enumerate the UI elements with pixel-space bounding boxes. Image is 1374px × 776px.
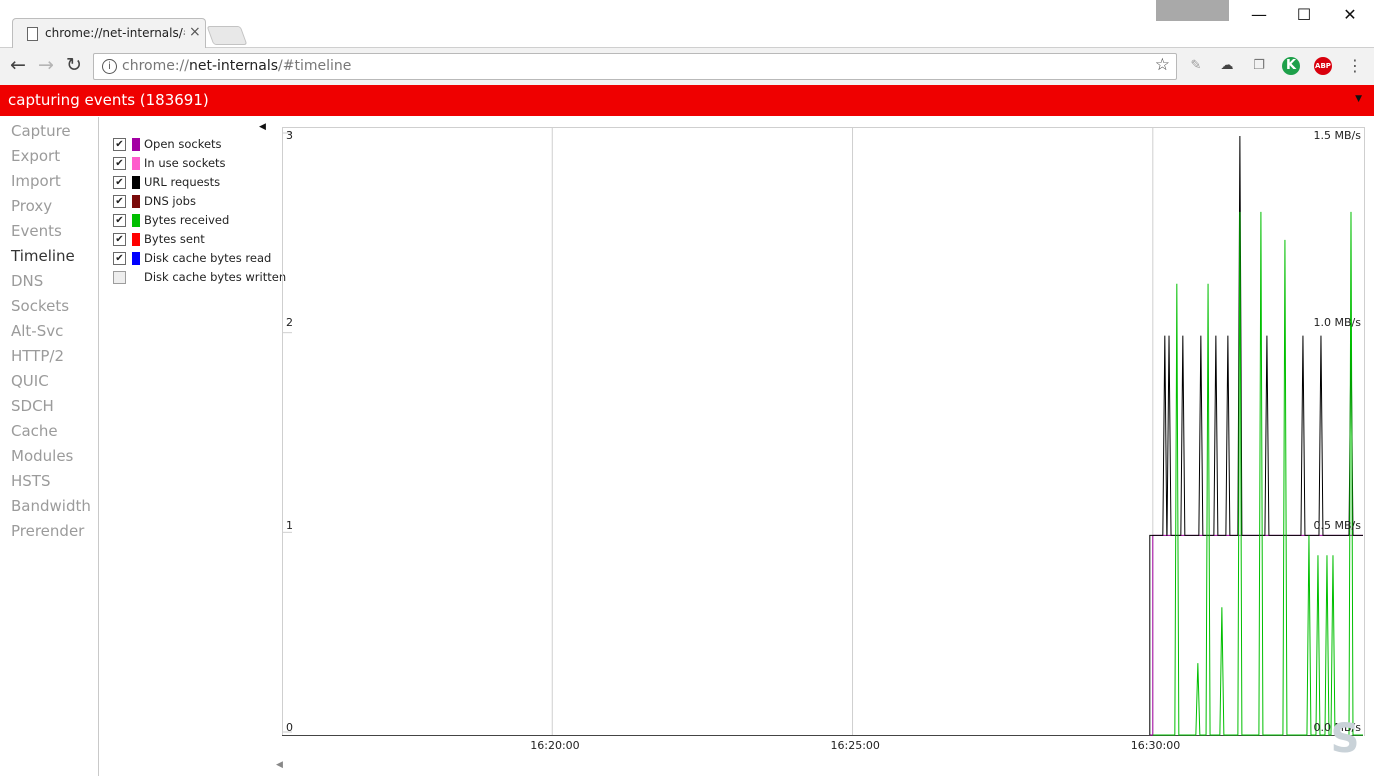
y-right-tick-label: 1.0 MB/s [1313,316,1361,329]
x-tick-label: 16:25:00 [830,739,880,752]
y-left-tick-label: 1 [286,519,293,532]
y-right-tick-label: 1.5 MB/s [1313,129,1361,142]
x-tick-label: 16:30:00 [1130,739,1181,752]
y-left-tick-label: 2 [286,316,293,329]
scroll-left-arrow-icon[interactable]: ◀ [276,760,283,770]
y-right-tick-label: 0.5 MB/s [1313,519,1361,532]
timeline-chart [282,128,1363,736]
y-left-tick-label: 3 [286,129,293,142]
watermark-logo-icon: S [1330,716,1360,762]
series-line [1149,135,1363,735]
x-tick-label: 16:20:00 [530,739,580,752]
y-left-tick-label: 0 [286,721,293,734]
